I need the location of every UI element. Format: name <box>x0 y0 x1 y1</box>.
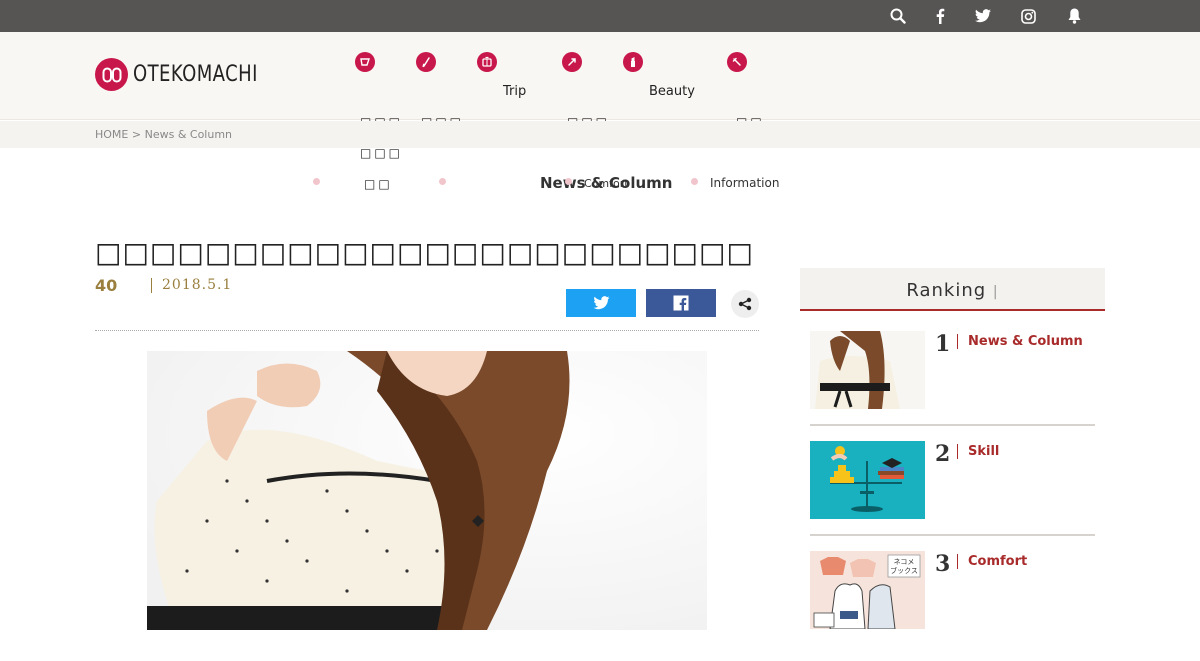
facebook-icon[interactable] <box>930 6 950 26</box>
nav-item-comfort[interactable] <box>562 52 582 72</box>
breadcrumb-current[interactable]: News & Column <box>145 128 232 141</box>
ranking-category[interactable]: Skill <box>968 444 999 459</box>
ranking-bar <box>957 444 958 459</box>
subnav-dot <box>691 178 698 185</box>
nav-label-beauty[interactable]: Beauty <box>649 84 695 99</box>
breadcrumb-home-link[interactable]: HOME <box>95 128 128 141</box>
ranking-bar <box>957 334 958 349</box>
nav-label-glyphs: □□ <box>364 177 393 191</box>
ranking-number: 2 <box>935 441 951 467</box>
comfort-icon <box>562 52 582 72</box>
subnav-item-information[interactable]: Information <box>710 176 779 190</box>
svg-text:ネコメ: ネコメ <box>894 558 915 566</box>
logo-text: OTEKOMACHI <box>133 62 258 87</box>
nav-item-info[interactable] <box>727 52 747 72</box>
share-icon <box>738 297 752 311</box>
site-header: OTEKOMACHI □□□ □□□ □□ □□□ Trip □□□ Beaut… <box>0 32 1200 191</box>
ranking-thumbnail[interactable] <box>810 441 925 519</box>
trip-icon <box>477 52 497 72</box>
beauty-icon <box>623 52 643 72</box>
ranking-thumbnail[interactable]: ネコメ ブックス <box>810 551 925 629</box>
ranking-thumbnail[interactable] <box>810 331 925 409</box>
facebook-icon <box>673 295 689 311</box>
nav-item-news[interactable] <box>355 52 375 72</box>
site-logo[interactable]: OTEKOMACHI <box>95 58 285 91</box>
ranking-divider <box>810 424 1095 426</box>
subnav-dot <box>565 178 572 185</box>
article-divider <box>95 330 759 331</box>
breadcrumb: HOME > News & Column <box>95 128 232 141</box>
ranking-number: 3 <box>935 551 951 577</box>
ranking-bar <box>957 554 958 569</box>
bell-icon[interactable] <box>1064 6 1084 26</box>
share-more-button[interactable] <box>731 290 759 318</box>
ranking-item[interactable]: 1 News & Column <box>810 331 1095 441</box>
twitter-icon <box>593 296 609 310</box>
article-title: □□□□□□□□□□□□□□□□□□□□□□□□ <box>95 236 754 269</box>
ranking-category[interactable]: News & Column <box>968 334 1083 349</box>
instagram-icon[interactable] <box>1018 6 1038 26</box>
share-twitter-button[interactable] <box>566 289 636 317</box>
subnav-dot <box>439 178 446 185</box>
search-icon[interactable] <box>888 6 908 26</box>
logo-mark-icon <box>95 58 128 91</box>
ranking-item[interactable]: ネコメ ブックス 3 Comfort <box>810 551 1095 661</box>
ranking-header: Ranking | <box>800 268 1105 311</box>
article-number: 40 <box>95 276 118 295</box>
twitter-icon[interactable] <box>973 6 993 26</box>
share-facebook-button[interactable] <box>646 289 716 317</box>
article-hero-image <box>147 351 707 630</box>
subnav-item-comfort[interactable]: Comfort <box>584 177 629 190</box>
nav-label-trip[interactable]: Trip <box>503 84 526 99</box>
ranking-item[interactable]: 2 Skill <box>810 441 1095 551</box>
ranking-category[interactable]: Comfort <box>968 554 1027 569</box>
breadcrumb-separator: > <box>131 128 142 141</box>
news-icon <box>355 52 375 72</box>
svg-text:ブックス: ブックス <box>890 566 918 575</box>
ranking-title: Ranking | <box>906 280 999 301</box>
article-date: 2018.5.1 <box>162 277 233 293</box>
ranking-divider <box>810 534 1095 536</box>
meta-separator <box>151 278 152 293</box>
nav-item-beauty[interactable] <box>623 52 643 72</box>
info-icon <box>727 52 747 72</box>
subnav-dot <box>313 178 320 185</box>
top-utility-bar <box>0 0 1200 32</box>
breadcrumb-bar: HOME > News & Column <box>0 121 1200 148</box>
nav-item-skill[interactable] <box>416 52 436 72</box>
nav-item-trip[interactable] <box>477 52 497 72</box>
pen-icon <box>416 52 436 72</box>
ranking-number: 1 <box>935 331 951 357</box>
